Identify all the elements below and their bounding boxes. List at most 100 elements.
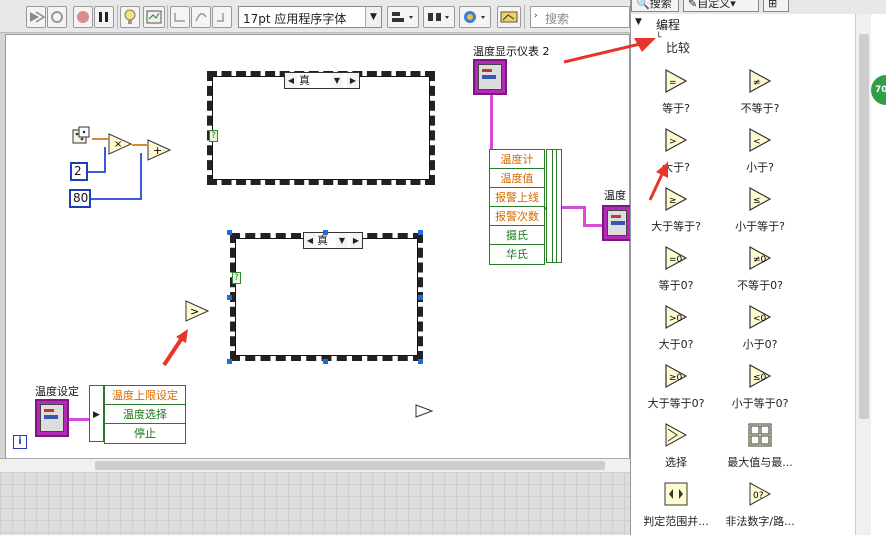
resize-handle[interactable] — [418, 359, 423, 364]
palette-item[interactable]: >0 大于0? — [631, 304, 721, 352]
chevron-down-icon[interactable]: ▼ — [331, 73, 343, 88]
clean-up-diagram-icon[interactable] — [497, 6, 521, 28]
select-icon — [663, 422, 689, 448]
palette-item[interactable]: ≠0 不等于0? — [715, 245, 805, 293]
constant-80[interactable]: 80 — [69, 189, 91, 208]
unbundle-item[interactable]: 报警次数 — [490, 207, 544, 226]
vertical-scrollbar[interactable] — [855, 14, 871, 535]
unbundle-item[interactable]: 温度值 — [490, 169, 544, 188]
svg-text:+: + — [153, 144, 162, 157]
palette-customize-button[interactable]: ✎自定义▾ — [683, 0, 759, 12]
palette-search-label: 搜索 — [649, 0, 672, 10]
pin-icon[interactable]: ⊞ — [763, 0, 789, 12]
random-number-icon[interactable] — [70, 125, 92, 150]
unbundle-item[interactable]: 温度上限设定 — [105, 386, 185, 405]
increment-arrow-icon[interactable]: ▶ — [347, 73, 359, 88]
increment-arrow-icon[interactable]: ▶ — [350, 233, 362, 248]
palette-item[interactable]: ≥0 大于等于0? — [631, 363, 721, 411]
palette-item[interactable]: 最大值与最... — [715, 422, 805, 470]
run-arrow-icon[interactable] — [26, 6, 46, 28]
svg-text:=: = — [669, 78, 677, 88]
temperature-settings-control-icon[interactable] — [35, 399, 69, 437]
distribute-objects-icon[interactable] — [423, 6, 455, 28]
step-over-icon[interactable] — [191, 6, 211, 28]
palette-item[interactable]: 判定范围并... — [631, 481, 721, 529]
palette-item[interactable]: 选择 — [631, 422, 721, 470]
palette-item[interactable]: =0 等于0? — [631, 245, 721, 293]
wire — [132, 144, 147, 146]
resize-handle[interactable] — [227, 359, 232, 364]
unbundle-item[interactable]: 报警上线 — [490, 188, 544, 207]
resize-handle[interactable] — [323, 230, 328, 235]
search-input[interactable]: › 搜索 — [530, 6, 630, 28]
step-out-icon[interactable] — [212, 6, 232, 28]
annotation-arrow-icon — [563, 38, 656, 64]
unbundle-by-name[interactable]: 温度计 温度值 报警上线 报警次数 摄氏 华氏 — [489, 149, 545, 265]
tree-child-comparison[interactable]: 比较 — [666, 39, 690, 56]
run-continuous-icon[interactable] — [47, 6, 67, 28]
abort-icon[interactable] — [73, 6, 93, 28]
unbundle-item[interactable]: 温度计 — [490, 150, 544, 169]
horizontal-scrollbar[interactable] — [0, 458, 630, 472]
comparison-node-icon[interactable] — [414, 403, 434, 422]
pause-icon[interactable] — [94, 6, 114, 28]
resize-handle[interactable] — [227, 230, 232, 235]
constant-2[interactable]: 2 — [70, 162, 88, 181]
customize-icon: ✎ — [688, 0, 698, 10]
multiply-icon[interactable]: × — [107, 132, 133, 159]
wire — [140, 153, 142, 200]
less-icon: < — [747, 127, 773, 153]
unbundle-node[interactable]: ▶ — [89, 385, 104, 442]
greater-icon[interactable]: > — [184, 299, 210, 326]
case-structure-2[interactable]: ◀ 真 ▼ ▶ ? — [230, 232, 423, 361]
case-selector-terminal[interactable]: ? — [232, 272, 241, 284]
case-selector-2[interactable]: ◀ 真 ▼ ▶ — [303, 232, 363, 249]
palette-item[interactable]: <0 小于0? — [715, 304, 805, 352]
display-label-partial: 温度 — [604, 189, 626, 202]
case-structure-1[interactable]: ◀ 真 ▼ ▶ ? — [207, 71, 435, 185]
unbundle-item[interactable]: 华氏 — [490, 245, 544, 264]
front-panel-grid — [0, 472, 630, 535]
palette-item[interactable]: 0? 非法数字/路... — [715, 481, 805, 529]
info-icon[interactable]: i — [13, 435, 27, 449]
unbundle-item[interactable]: 摄氏 — [490, 226, 544, 245]
highlight-execution-icon[interactable] — [120, 6, 140, 28]
unbundle-item[interactable]: 温度选择 — [105, 405, 185, 424]
case-selector-1[interactable]: ◀ 真 ▼ ▶ — [284, 72, 360, 89]
font-select[interactable]: 17pt 应用程序字体 ▼ — [238, 6, 382, 28]
chevron-down-icon[interactable]: ▼ — [336, 233, 348, 248]
palette-search-button[interactable]: 🔍搜索 — [631, 0, 679, 12]
decrement-arrow-icon[interactable]: ◀ — [285, 73, 297, 88]
palette-item[interactable]: = 等于? — [631, 68, 721, 116]
add-icon[interactable]: + — [146, 138, 172, 165]
step-into-icon[interactable] — [170, 6, 190, 28]
resize-handle[interactable] — [418, 230, 423, 235]
wire — [104, 147, 106, 173]
collapse-triangle-icon[interactable]: ▼ — [635, 17, 642, 27]
resize-handle[interactable] — [418, 295, 423, 300]
temperature-display-indicator-icon[interactable] — [602, 205, 632, 241]
palette-item-label: 小于等于0? — [731, 397, 789, 410]
reorder-icon[interactable] — [459, 6, 491, 28]
case-selector-terminal[interactable]: ? — [209, 130, 218, 142]
align-objects-icon[interactable] — [387, 6, 419, 28]
arrow-right-icon: ▶ — [93, 410, 100, 420]
palette-item-label: 大于0? — [658, 338, 694, 351]
resize-handle[interactable] — [227, 295, 232, 300]
resize-handle[interactable] — [323, 359, 328, 364]
palette-item[interactable]: ≤ 小于等于? — [715, 186, 805, 234]
unbundle-item[interactable]: 停止 — [105, 424, 185, 443]
tree-parent-programming[interactable]: 编程 — [656, 16, 680, 33]
svg-text:≥0: ≥0 — [669, 373, 683, 383]
block-diagram[interactable]: ◀ 真 ▼ ▶ ? ◀ 真 ▼ ▶ ? × + 2 80 > 温度显示仪表 2 … — [5, 34, 632, 459]
retain-wire-values-icon[interactable] — [143, 6, 165, 28]
palette-item[interactable]: ≤0 小于等于0? — [715, 363, 805, 411]
unbundle-settings[interactable]: 温度上限设定 温度选择 停止 — [104, 385, 186, 444]
palette-item[interactable]: < 小于? — [715, 127, 805, 175]
palette-item[interactable]: ≠ 不等于? — [715, 68, 805, 116]
chevron-down-icon[interactable]: ▼ — [365, 7, 381, 27]
temperature-display-terminal-icon[interactable] — [473, 59, 507, 95]
not-equal-zero-icon: ≠0 — [747, 245, 773, 271]
bundle-node[interactable] — [546, 149, 562, 263]
decrement-arrow-icon[interactable]: ◀ — [304, 233, 316, 248]
